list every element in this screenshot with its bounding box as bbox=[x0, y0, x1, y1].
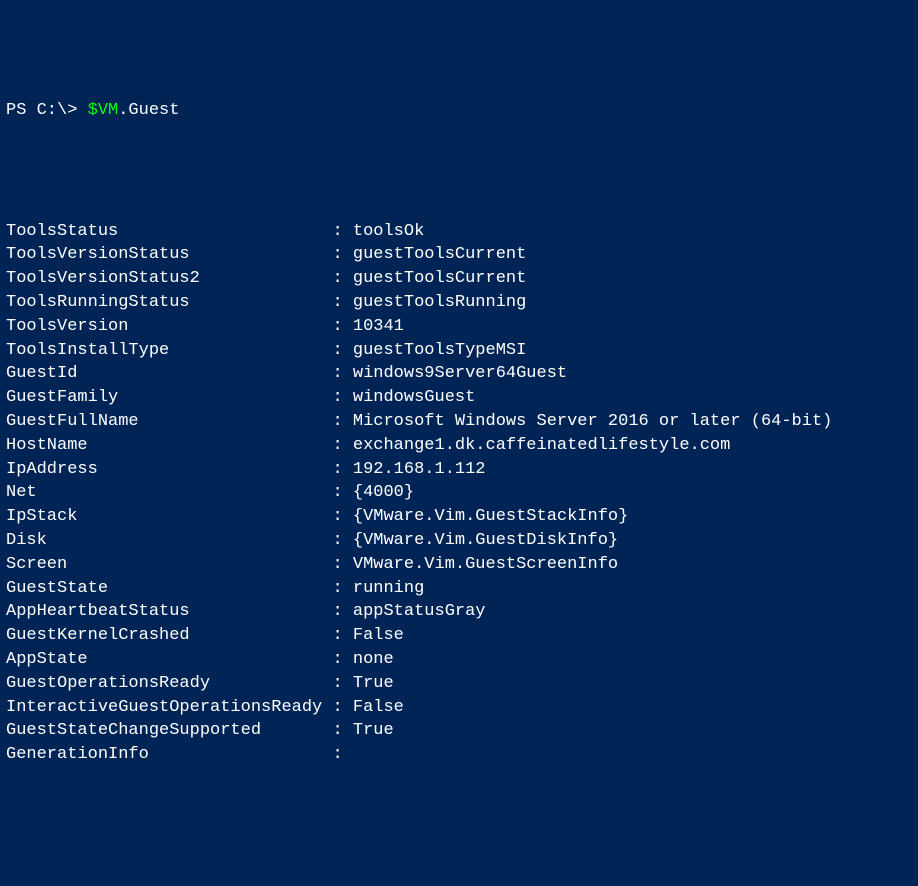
output-row: GuestId : windows9Server64Guest bbox=[6, 362, 912, 386]
property-value: guestToolsRunning bbox=[353, 291, 526, 315]
property-separator: : bbox=[322, 696, 353, 720]
property-separator: : bbox=[322, 648, 353, 672]
output-row: GuestStateChangeSupported : True bbox=[6, 719, 912, 743]
property-name: GuestFamily bbox=[6, 386, 322, 410]
property-name: Disk bbox=[6, 529, 322, 553]
output-row: GuestKernelCrashed : False bbox=[6, 624, 912, 648]
property-value: windowsGuest bbox=[353, 386, 475, 410]
output-row: GuestFamily : windowsGuest bbox=[6, 386, 912, 410]
property-name: ToolsRunningStatus bbox=[6, 291, 322, 315]
property-name: GuestKernelCrashed bbox=[6, 624, 322, 648]
property-name: IpAddress bbox=[6, 458, 322, 482]
blank-output-gap bbox=[6, 148, 912, 196]
output-row: ToolsVersion : 10341 bbox=[6, 315, 912, 339]
output-row: ToolsVersionStatus2 : guestToolsCurrent bbox=[6, 267, 912, 291]
property-value: toolsOk bbox=[353, 220, 424, 244]
output-row: ToolsVersionStatus : guestToolsCurrent bbox=[6, 243, 912, 267]
property-separator: : bbox=[322, 624, 353, 648]
property-separator: : bbox=[322, 529, 353, 553]
property-name: GuestState bbox=[6, 577, 322, 601]
property-value: False bbox=[353, 624, 404, 648]
property-value: {VMware.Vim.GuestDiskInfo} bbox=[353, 529, 618, 553]
property-name: GuestId bbox=[6, 362, 322, 386]
prompt-variable: $VM bbox=[88, 101, 119, 120]
property-value: none bbox=[353, 648, 394, 672]
output-container: ToolsStatus : toolsOkToolsVersionStatus … bbox=[6, 220, 912, 767]
property-separator: : bbox=[322, 291, 353, 315]
property-value: guestToolsCurrent bbox=[353, 243, 526, 267]
property-value: guestToolsCurrent bbox=[353, 267, 526, 291]
property-separator: : bbox=[322, 410, 353, 434]
property-name: ToolsVersionStatus2 bbox=[6, 267, 322, 291]
property-value: False bbox=[353, 696, 404, 720]
property-value: Microsoft Windows Server 2016 or later (… bbox=[353, 410, 832, 434]
prompt-prefix: PS C:\> bbox=[6, 101, 88, 120]
output-row: HostName : exchange1.dk.caffeinatedlifes… bbox=[6, 434, 912, 458]
property-separator: : bbox=[322, 339, 353, 363]
property-separator: : bbox=[322, 243, 353, 267]
output-row: GuestState : running bbox=[6, 577, 912, 601]
property-value: VMware.Vim.GuestScreenInfo bbox=[353, 553, 618, 577]
property-name: InteractiveGuestOperationsReady bbox=[6, 696, 322, 720]
output-row: IpStack : {VMware.Vim.GuestStackInfo} bbox=[6, 505, 912, 529]
property-name: Net bbox=[6, 481, 322, 505]
property-name: GuestOperationsReady bbox=[6, 672, 322, 696]
property-separator: : bbox=[322, 434, 353, 458]
property-separator: : bbox=[322, 458, 353, 482]
output-row: GuestFullName : Microsoft Windows Server… bbox=[6, 410, 912, 434]
property-value: 192.168.1.112 bbox=[353, 458, 486, 482]
output-row: GuestOperationsReady : True bbox=[6, 672, 912, 696]
output-row: Net : {4000} bbox=[6, 481, 912, 505]
output-row: InteractiveGuestOperationsReady : False bbox=[6, 696, 912, 720]
property-separator: : bbox=[322, 505, 353, 529]
property-value: True bbox=[353, 672, 394, 696]
property-name: AppHeartbeatStatus bbox=[6, 600, 322, 624]
output-row: Screen : VMware.Vim.GuestScreenInfo bbox=[6, 553, 912, 577]
property-name: GuestFullName bbox=[6, 410, 322, 434]
output-row: GenerationInfo : bbox=[6, 743, 912, 767]
output-row: ToolsStatus : toolsOk bbox=[6, 220, 912, 244]
output-row: IpAddress : 192.168.1.112 bbox=[6, 458, 912, 482]
property-separator: : bbox=[322, 386, 353, 410]
output-row: AppState : none bbox=[6, 648, 912, 672]
property-value: exchange1.dk.caffeinatedlifestyle.com bbox=[353, 434, 730, 458]
property-name: IpStack bbox=[6, 505, 322, 529]
prompt-line[interactable]: PS C:\> $VM.Guest bbox=[6, 99, 912, 123]
property-separator: : bbox=[322, 672, 353, 696]
property-separator: : bbox=[322, 577, 353, 601]
property-separator: : bbox=[322, 481, 353, 505]
property-separator: : bbox=[322, 315, 353, 339]
property-separator: : bbox=[322, 743, 353, 767]
property-name: AppState bbox=[6, 648, 322, 672]
property-separator: : bbox=[322, 600, 353, 624]
output-row: ToolsInstallType : guestToolsTypeMSI bbox=[6, 339, 912, 363]
property-name: GenerationInfo bbox=[6, 743, 322, 767]
property-value: {4000} bbox=[353, 481, 414, 505]
property-name: ToolsVersionStatus bbox=[6, 243, 322, 267]
property-name: GuestStateChangeSupported bbox=[6, 719, 322, 743]
property-name: ToolsStatus bbox=[6, 220, 322, 244]
property-value: {VMware.Vim.GuestStackInfo} bbox=[353, 505, 628, 529]
output-row: Disk : {VMware.Vim.GuestDiskInfo} bbox=[6, 529, 912, 553]
property-value: guestToolsTypeMSI bbox=[353, 339, 526, 363]
output-row: AppHeartbeatStatus : appStatusGray bbox=[6, 600, 912, 624]
property-name: ToolsInstallType bbox=[6, 339, 322, 363]
property-value: 10341 bbox=[353, 315, 404, 339]
property-separator: : bbox=[322, 267, 353, 291]
property-name: Screen bbox=[6, 553, 322, 577]
prompt-property: .Guest bbox=[118, 101, 179, 120]
property-name: ToolsVersion bbox=[6, 315, 322, 339]
property-value: appStatusGray bbox=[353, 600, 486, 624]
property-value: running bbox=[353, 577, 424, 601]
property-separator: : bbox=[322, 362, 353, 386]
property-name: HostName bbox=[6, 434, 322, 458]
property-value: windows9Server64Guest bbox=[353, 362, 567, 386]
property-separator: : bbox=[322, 220, 353, 244]
property-separator: : bbox=[322, 719, 353, 743]
property-value: True bbox=[353, 719, 394, 743]
output-row: ToolsRunningStatus : guestToolsRunning bbox=[6, 291, 912, 315]
property-separator: : bbox=[322, 553, 353, 577]
